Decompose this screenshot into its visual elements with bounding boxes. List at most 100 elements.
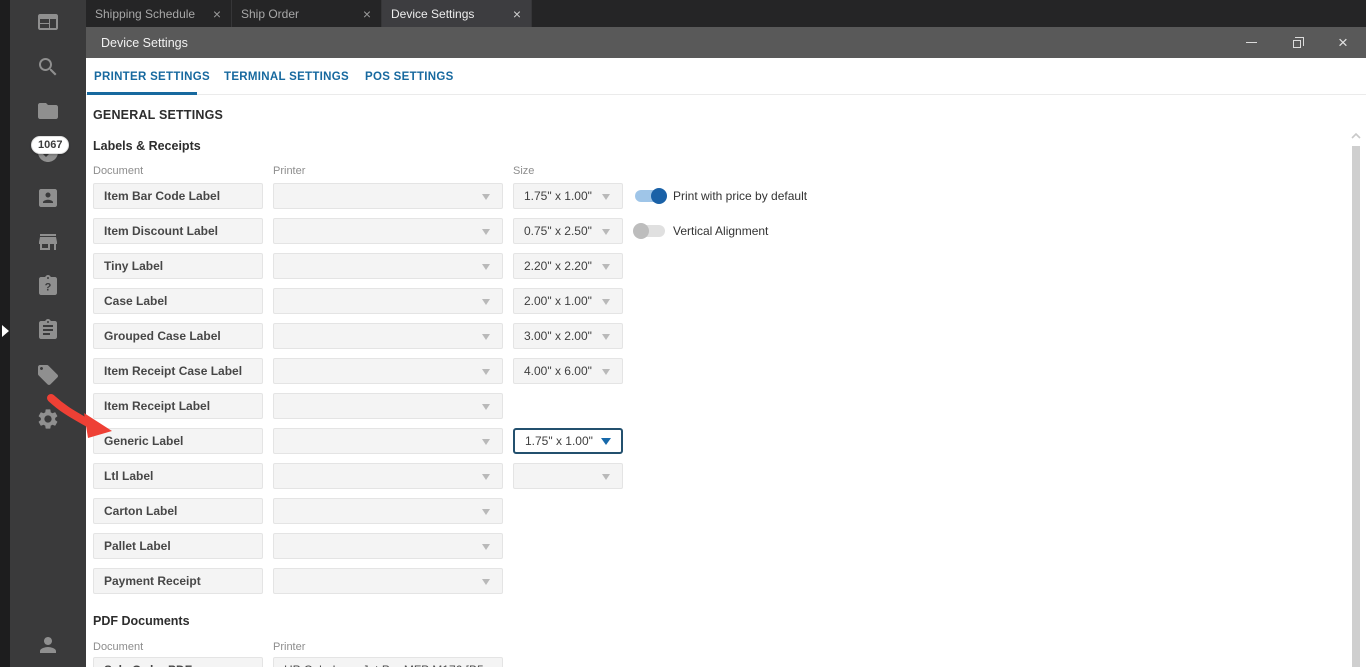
document-name-field[interactable]: Item Receipt Label	[93, 393, 263, 419]
search-icon[interactable]	[36, 55, 60, 79]
printer-dropdown[interactable]	[273, 183, 503, 209]
chevron-down-icon	[602, 334, 610, 340]
minimize-button[interactable]	[1228, 27, 1274, 58]
restore-icon	[1293, 36, 1304, 48]
printer-dropdown[interactable]	[273, 568, 503, 594]
chevron-down-icon	[482, 404, 490, 410]
column-header-size: Size	[513, 165, 535, 177]
chevron-down-icon	[602, 474, 610, 480]
dashboard-icon[interactable]	[36, 10, 60, 34]
printer-dropdown[interactable]	[273, 358, 503, 384]
settings-gear-icon[interactable]	[36, 407, 60, 431]
tag-icon[interactable]	[36, 363, 60, 387]
close-icon: ×	[1338, 33, 1348, 52]
document-name-field[interactable]: Grouped Case Label	[93, 323, 263, 349]
notification-count-badge: 1067	[31, 136, 70, 154]
printer-dropdown[interactable]	[273, 428, 503, 454]
printer-dropdown[interactable]	[273, 498, 503, 524]
chevron-down-icon	[482, 299, 490, 305]
chevron-down-icon	[602, 299, 610, 305]
close-icon[interactable]: ×	[213, 7, 221, 21]
close-icon[interactable]: ×	[363, 7, 371, 21]
size-dropdown[interactable]: 2.00" x 1.00"	[513, 288, 623, 314]
tab-device-settings[interactable]: Device Settings ×	[382, 0, 532, 27]
label-receipt-row: Case Label 2.00" x 1.00"	[86, 288, 1366, 314]
tab-label: Shipping Schedule	[95, 6, 196, 21]
contact-icon[interactable]	[36, 186, 60, 210]
tab-pos-settings[interactable]: POS SETTINGS	[365, 58, 454, 94]
chevron-down-icon	[602, 229, 610, 235]
document-name-field[interactable]: Ltl Label	[93, 463, 263, 489]
label-receipt-row: Tiny Label 2.20" x 2.20"	[86, 253, 1366, 279]
minimize-icon	[1245, 42, 1257, 43]
toggle-knob	[633, 223, 649, 239]
document-name-field[interactable]: Tiny Label	[93, 253, 263, 279]
label-receipt-row: Item Receipt Label	[86, 393, 1366, 419]
label-receipt-row: Item Discount Label 0.75" x 2.50" Vertical…	[86, 218, 1366, 244]
sidebar: ?	[10, 0, 86, 667]
scrollbar-thumb[interactable]	[1352, 146, 1360, 667]
chevron-down-icon	[482, 579, 490, 585]
printer-dropdown[interactable]: HP ColorLaserJet Pro MFP M176 [B5	[273, 657, 503, 667]
document-name-field[interactable]: Item Bar Code Label	[93, 183, 263, 209]
chevron-down-icon	[482, 439, 490, 445]
user-icon[interactable]	[36, 633, 60, 657]
tab-shipping-schedule[interactable]: Shipping Schedule ×	[86, 0, 232, 27]
settings-tab-strip: PRINTER SETTINGS TERMINAL SETTINGS POS S…	[86, 58, 1366, 95]
close-icon[interactable]: ×	[513, 7, 521, 21]
tab-printer-settings[interactable]: PRINTER SETTINGS	[94, 58, 210, 94]
document-name-field[interactable]: Sale Order PDF	[93, 657, 263, 667]
size-dropdown[interactable]: 0.75" x 2.50"	[513, 218, 623, 244]
tab-terminal-settings[interactable]: TERMINAL SETTINGS	[224, 58, 349, 94]
section-heading-pdf-documents: PDF Documents	[93, 614, 190, 628]
close-button[interactable]: ×	[1320, 27, 1366, 58]
scrollbar-up-arrow[interactable]	[1350, 128, 1362, 139]
document-name-field[interactable]: Pallet Label	[93, 533, 263, 559]
toggle-label: Vertical Alignment	[673, 224, 769, 238]
document-name-field[interactable]: Item Discount Label	[93, 218, 263, 244]
printer-dropdown[interactable]	[273, 533, 503, 559]
document-name-field[interactable]: Payment Receipt	[93, 568, 263, 594]
store-icon[interactable]	[36, 230, 60, 254]
label-receipt-row: Payment Receipt	[86, 568, 1366, 594]
clipboard-question-icon[interactable]: ?	[36, 274, 60, 298]
printer-dropdown[interactable]	[273, 288, 503, 314]
size-dropdown[interactable]: 1.75" x 1.00"	[513, 428, 623, 454]
size-dropdown[interactable]: 4.00" x 6.00"	[513, 358, 623, 384]
column-header-document: Document	[93, 165, 144, 177]
printer-dropdown[interactable]	[273, 463, 503, 489]
document-name-field[interactable]: Item Receipt Case Label	[93, 358, 263, 384]
size-dropdown[interactable]: 3.00" x 2.00"	[513, 323, 623, 349]
chevron-down-icon	[482, 369, 490, 375]
printer-dropdown[interactable]	[273, 393, 503, 419]
document-name-field[interactable]: Case Label	[93, 288, 263, 314]
active-tab-underline	[87, 92, 197, 95]
document-name-field[interactable]: Generic Label	[93, 428, 263, 454]
label-receipt-row: Ltl Label	[86, 463, 1366, 489]
size-dropdown[interactable]: 1.75" x 1.00"	[513, 183, 623, 209]
section-heading-labels-receipts: Labels & Receipts	[93, 139, 201, 153]
document-name-field[interactable]: Carton Label	[93, 498, 263, 524]
label-receipt-row: Carton Label	[86, 498, 1366, 524]
size-dropdown[interactable]	[513, 463, 623, 489]
toggle-off[interactable]	[633, 223, 665, 239]
column-header-printer: Printer	[273, 641, 306, 653]
chevron-down-icon	[602, 264, 610, 270]
folder-icon[interactable]	[36, 99, 60, 123]
printer-dropdown[interactable]	[273, 253, 503, 279]
label-receipt-row: Pallet Label	[86, 533, 1366, 559]
restore-button[interactable]	[1274, 27, 1320, 58]
label-receipt-row: Item Bar Code Label 1.75" x 1.00" Print wi…	[86, 183, 1366, 209]
sidebar-expand-arrow-icon[interactable]	[2, 325, 9, 337]
printer-dropdown[interactable]	[273, 323, 503, 349]
column-header-printer: Printer	[273, 165, 306, 177]
chevron-down-icon	[482, 194, 490, 200]
section-heading-general: GENERAL SETTINGS	[93, 108, 224, 122]
clipboard-list-icon[interactable]	[36, 318, 60, 342]
printer-dropdown[interactable]	[273, 218, 503, 244]
toggle-on[interactable]	[635, 188, 667, 204]
size-dropdown[interactable]: 2.20" x 2.20"	[513, 253, 623, 279]
chevron-down-icon	[601, 438, 611, 445]
pdf-document-row: Sale Order PDF HP ColorLaserJet Pro MFP …	[86, 657, 1366, 667]
tab-ship-order[interactable]: Ship Order ×	[232, 0, 382, 27]
